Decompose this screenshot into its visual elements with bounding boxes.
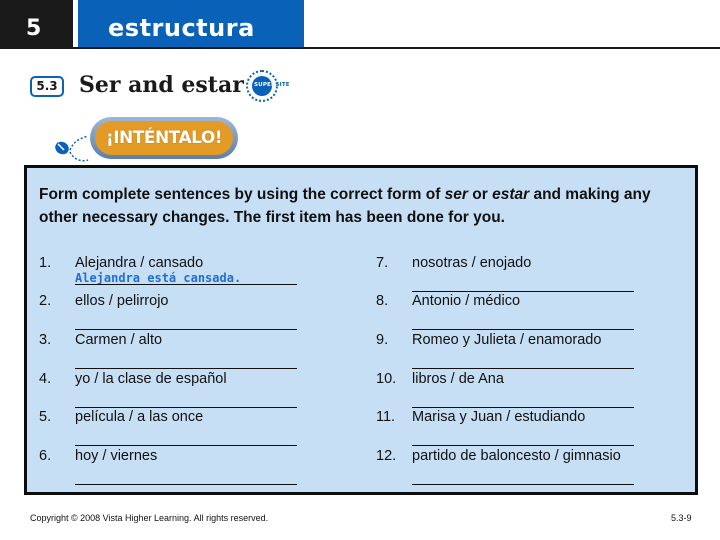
instructions-ser: ser [444, 186, 468, 203]
item-prompt: Carmen / alto [75, 332, 163, 348]
instructions-or: or [467, 186, 493, 203]
lesson-title: Ser and estar [79, 72, 244, 98]
item-prompt: Marisa y Juan / estudiando [412, 409, 586, 425]
item-number: 7. [376, 255, 389, 271]
activity-box: Form complete sentences by using the cor… [24, 165, 698, 495]
section-name: estructura [108, 14, 255, 42]
answer-line[interactable] [412, 368, 634, 369]
answer-line[interactable] [412, 484, 634, 485]
answer-line[interactable] [75, 407, 297, 408]
answer-line[interactable] [412, 407, 634, 408]
answer-line[interactable] [412, 291, 634, 292]
item-number: 1. [39, 255, 52, 271]
supersite-label-left: SUPER [254, 82, 276, 88]
item-number: 8. [376, 293, 389, 309]
intentalo-label: ¡INTÉNTALO! [95, 121, 233, 155]
item-prompt: Romeo y Julieta / enamorado [412, 332, 602, 348]
item-number: 12. [376, 448, 397, 464]
item-prompt: Antonio / médico [412, 293, 521, 309]
item-prompt: Alejandra / cansado [75, 255, 204, 271]
intentalo-banner: ¡INTÉNTALO! [90, 117, 238, 159]
item-prompt: hoy / viernes [75, 448, 158, 464]
item-number: 11. [376, 409, 396, 425]
item-answer: Alejandra está cansada. [75, 271, 242, 285]
item-number: 3. [39, 332, 52, 348]
mouse-icon [55, 135, 89, 162]
answer-line[interactable] [75, 445, 297, 446]
lesson-number-badge: 5.3 [30, 76, 64, 97]
instructions: Form complete sentences by using the cor… [39, 183, 689, 229]
answer-line[interactable] [75, 368, 297, 369]
chapter-number: 5 [26, 16, 42, 41]
answer-line[interactable] [412, 329, 634, 330]
answer-line[interactable] [75, 284, 297, 285]
section-banner: estructura [78, 0, 304, 47]
item-number: 10. [376, 371, 397, 387]
answer-line[interactable] [412, 445, 634, 446]
item-prompt: nosotras / enojado [412, 255, 532, 271]
chapter-badge: 5 [0, 0, 73, 47]
answer-line[interactable] [75, 329, 297, 330]
item-number: 2. [39, 293, 52, 309]
instructions-text: Form complete sentences by using the cor… [39, 186, 445, 203]
page-number: 5.3-9 [671, 513, 692, 523]
item-prompt: película / a las once [75, 409, 204, 425]
answer-line[interactable] [75, 484, 297, 485]
copyright: Copyright © 2008 Vista Higher Learning. … [30, 513, 269, 523]
instructions-estar: estar [492, 186, 530, 203]
header-divider [0, 47, 720, 49]
item-prompt: partido de baloncesto / gimnasio [412, 448, 621, 464]
item-prompt: ellos / pelirrojo [75, 293, 169, 309]
item-number: 6. [39, 448, 52, 464]
item-number: 4. [39, 371, 52, 387]
supersite-label: SUPERSITE [254, 82, 290, 88]
item-number: 9. [376, 332, 389, 348]
item-number: 5. [39, 409, 52, 425]
item-prompt: libros / de Ana [412, 371, 504, 387]
supersite-label-right: SITE [275, 82, 290, 88]
item-prompt: yo / la clase de español [75, 371, 227, 387]
